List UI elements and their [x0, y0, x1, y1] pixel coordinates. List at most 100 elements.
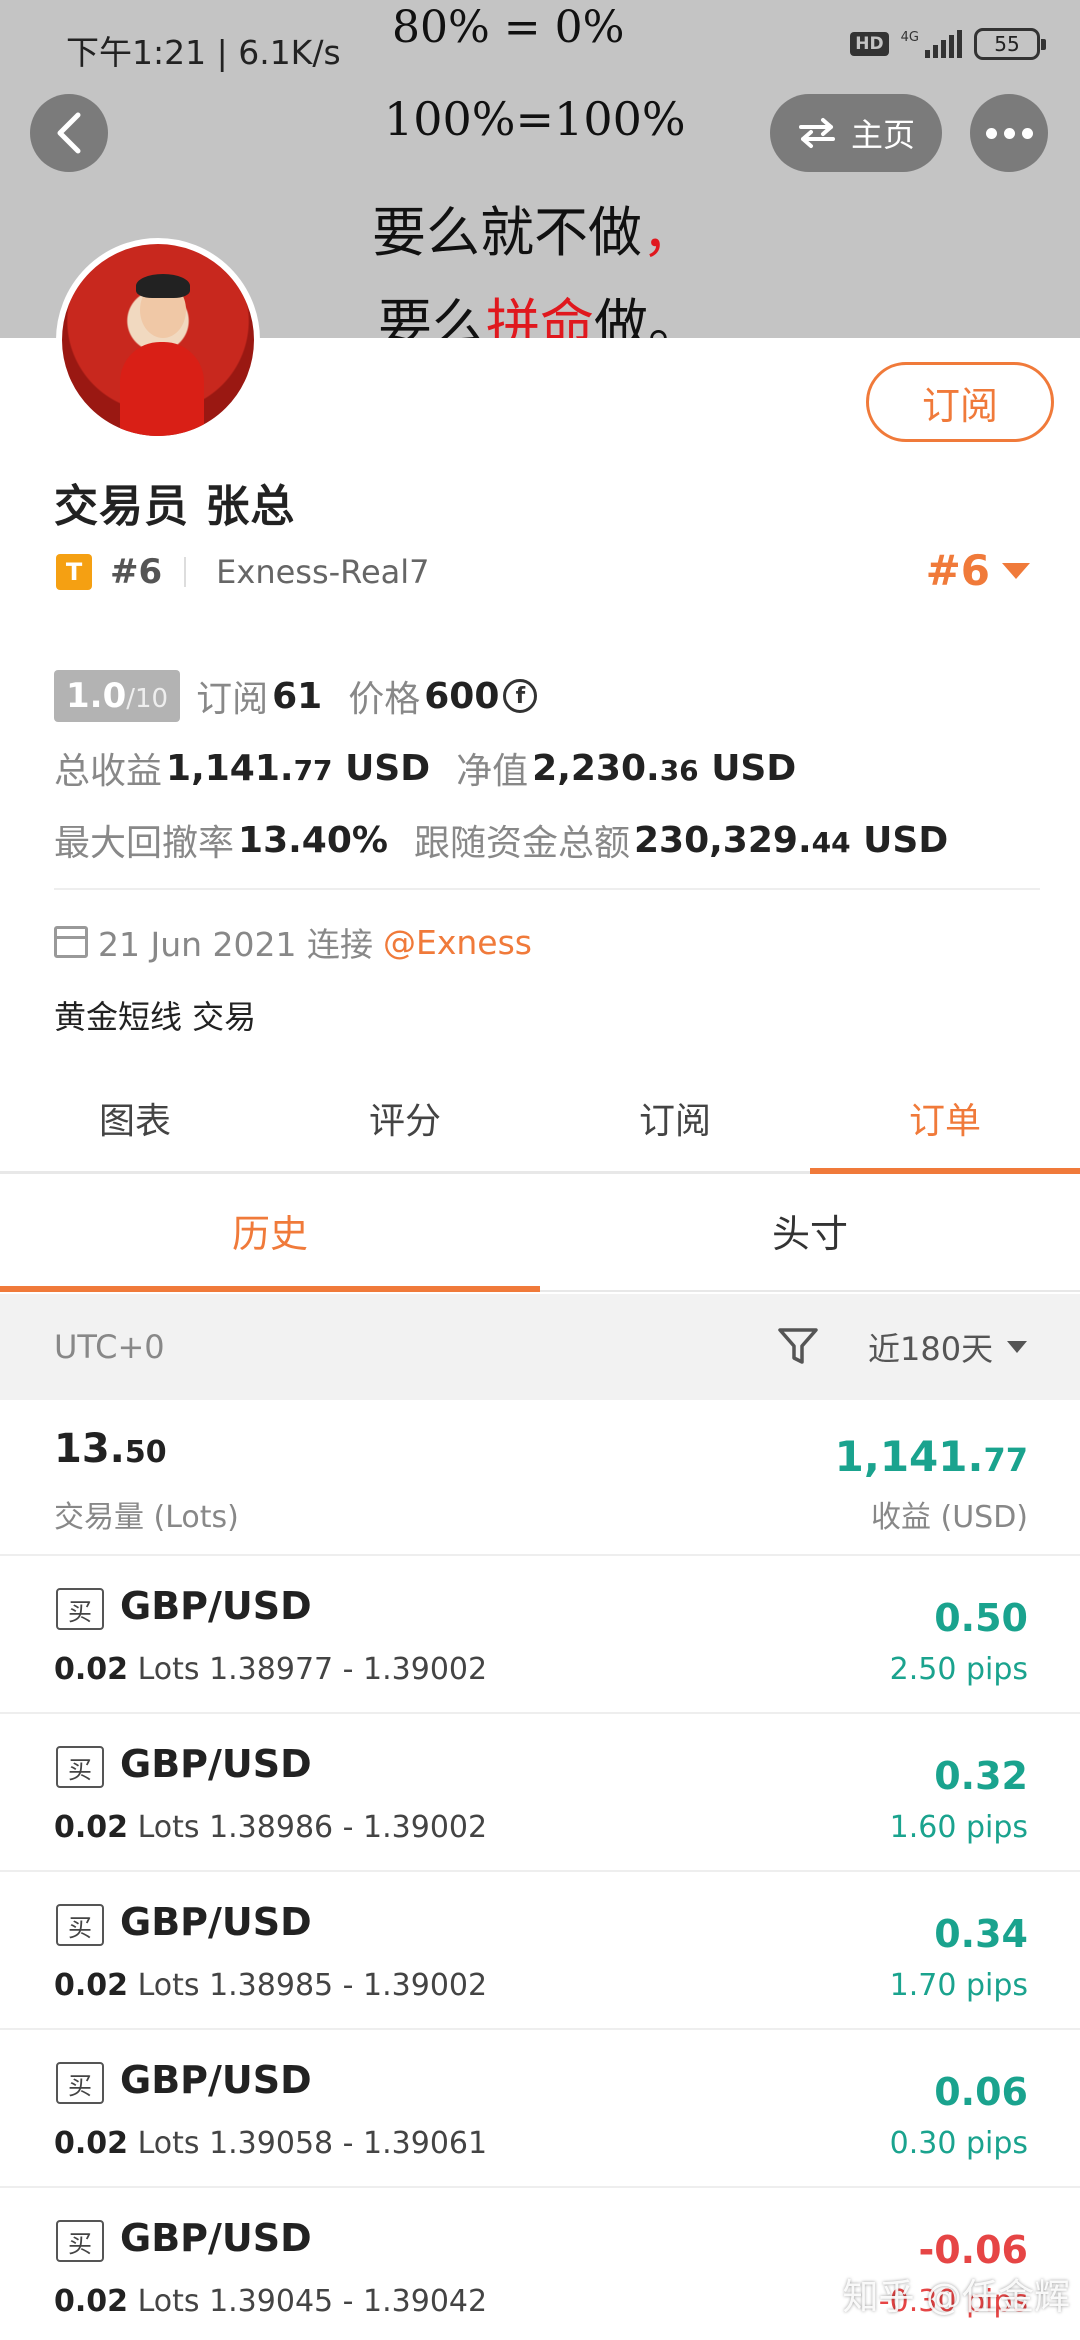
equity-main: 2,230. [532, 747, 660, 789]
more-dot-icon [985, 127, 997, 139]
order-prices: 1.38986 - 1.39002 [209, 1810, 488, 1845]
drawdown-value: 13.40% [238, 819, 388, 861]
coin-icon: f [503, 679, 538, 713]
total-profit-main: 1,141. [166, 747, 294, 789]
subscribers-label: 订阅 [196, 679, 269, 720]
order-detail: 0.02 Lots 1.38985 - 1.39002 [54, 1968, 487, 2003]
order-symbol: GBP/USD [120, 1742, 312, 1786]
total-profit-decimal: 77 [293, 753, 333, 787]
order-row[interactable]: 买 GBP/USD 0.02 Lots 1.38986 - 1.39002 0.… [0, 1714, 1080, 1872]
order-detail: 0.02 Lots 1.39045 - 1.39042 [54, 2284, 487, 2319]
buy-tag: 买 [56, 2220, 104, 2262]
quote-text: 做。 [594, 293, 702, 338]
order-pips: 2.50 pips [889, 1652, 1028, 1687]
volume-decimal: 50 [124, 1435, 167, 1470]
period-dropdown[interactable]: 近180天 [868, 1324, 1028, 1370]
order-symbol: GBP/USD [120, 2058, 312, 2102]
home-button-label: 主页 [850, 116, 915, 154]
filter-icon[interactable] [776, 1324, 820, 1368]
avatar[interactable] [56, 238, 260, 442]
follow-funds-label: 跟随资金总额 [413, 823, 630, 864]
battery-icon: 55 [974, 28, 1046, 60]
subtab-positions[interactable]: 头寸 [540, 1180, 1080, 1290]
summary-profit-decimal: 77 [983, 1441, 1028, 1479]
quote-text: 要么 [378, 293, 486, 338]
tab-rating[interactable]: 评分 [270, 1082, 540, 1171]
order-lots-label: Lots [137, 1652, 200, 1687]
volume-value: 13.50 [54, 1426, 167, 1472]
period-value: 近180天 [868, 1330, 994, 1368]
buy-tag: 买 [56, 1588, 104, 1630]
order-prices: 1.39058 - 1.39061 [209, 2126, 488, 2161]
total-profit-unit: USD [345, 747, 431, 789]
order-lots: 0.02 [54, 1652, 129, 1687]
summary-profit-main: 1,141. [834, 1432, 984, 1481]
follow-funds-value: 230,329.44 USD [634, 820, 948, 861]
home-button[interactable]: 主页 [770, 94, 942, 172]
timezone-label: UTC+0 [54, 1328, 165, 1366]
equity-unit: USD [711, 747, 797, 789]
summary-profit-label: 收益 (USD) [870, 1500, 1028, 1535]
score-value: 1.0 [66, 676, 127, 716]
order-detail: 0.02 Lots 1.38977 - 1.39002 [54, 1652, 487, 1687]
summary-profit-value: 1,141.77 [835, 1432, 1028, 1481]
avatar-figure [120, 342, 204, 436]
buy-tag: 买 [56, 1904, 104, 1946]
status-time: 下午1:21 | 6.1K/s [66, 33, 341, 72]
follow-funds-unit: USD [863, 819, 949, 861]
subscribe-button[interactable]: 订阅 [866, 362, 1054, 442]
order-symbol: GBP/USD [120, 1584, 312, 1628]
rank-row: T #6 Exness-Real7 [56, 552, 430, 592]
equity-label: 净值 [456, 751, 529, 792]
more-options-button[interactable] [970, 94, 1048, 172]
rank-number: #6 [110, 552, 163, 592]
total-profit-value: 1,141.77 USD [166, 748, 430, 789]
price-value: 600 [424, 675, 500, 717]
order-lots: 0.02 [54, 1810, 129, 1845]
back-button[interactable] [30, 94, 108, 172]
main-tabs: 图表 评分 订阅 订单 [0, 1082, 1080, 1174]
order-lots-label: Lots [137, 2284, 200, 2319]
more-dot-icon [1003, 127, 1015, 139]
status-icons: HD 4G 55 [850, 28, 1046, 60]
tier-badge: T [56, 554, 92, 590]
order-pips: 0.30 pips [889, 2126, 1028, 2161]
divider [54, 888, 1040, 890]
volume-main: 13. [54, 1426, 125, 1472]
stat-row-profit: 总收益 1,141.77 USD 净值 2,230.36 USD [54, 732, 1040, 804]
follow-funds-main: 230,329. [633, 819, 812, 861]
order-lots-label: Lots [137, 1810, 200, 1845]
watermark: 知乎 @任金辉 [842, 2277, 1070, 2318]
order-prices: 1.38985 - 1.39002 [209, 1968, 488, 2003]
signal-icon: 4G [901, 30, 962, 58]
orders-summary: 13.50 交易量 (Lots) 1,141.77 收益 (USD) [0, 1400, 1080, 1556]
quote-comma: ， [642, 201, 696, 264]
tab-orders[interactable]: 订单 [810, 1082, 1080, 1174]
order-lots-label: Lots [137, 2126, 200, 2161]
tab-chart[interactable]: 图表 [0, 1082, 270, 1171]
connect-date: 21 Jun 2021 连接 [98, 925, 374, 964]
chevron-left-icon [57, 112, 81, 154]
stat-row-score: 1.0/10 订阅 61 价格 600 f [54, 660, 1040, 732]
filter-bar: UTC+0 近180天 [0, 1294, 1080, 1400]
caret-down-icon [1002, 562, 1030, 579]
order-profit: 0.50 [934, 1596, 1028, 1640]
broker-link[interactable]: @Exness [383, 923, 532, 962]
subtab-history[interactable]: 历史 [0, 1180, 540, 1292]
buy-tag: 买 [56, 1746, 104, 1788]
follow-funds-decimal: 44 [811, 825, 851, 859]
hd-icon: HD [850, 32, 889, 56]
order-prices: 1.38977 - 1.39002 [209, 1652, 488, 1687]
order-detail: 0.02 Lots 1.38986 - 1.39002 [54, 1810, 487, 1845]
order-lots: 0.02 [54, 2126, 129, 2161]
order-row[interactable]: 买 GBP/USD 0.02 Lots 1.38977 - 1.39002 0.… [0, 1556, 1080, 1714]
score-badge: 1.0/10 [54, 670, 181, 722]
rank-dropdown[interactable]: #6 [926, 546, 1030, 595]
broker-account: Exness-Real7 [216, 553, 430, 591]
price-label: 价格 [348, 679, 421, 720]
rank-dropdown-value: #6 [925, 546, 990, 595]
order-row[interactable]: 买 GBP/USD 0.02 Lots 1.38985 - 1.39002 0.… [0, 1872, 1080, 2030]
tab-subscriptions[interactable]: 订阅 [540, 1082, 810, 1171]
order-row[interactable]: 买 GBP/USD 0.02 Lots 1.39058 - 1.39061 0.… [0, 2030, 1080, 2188]
drawdown-label: 最大回撤率 [54, 823, 235, 864]
